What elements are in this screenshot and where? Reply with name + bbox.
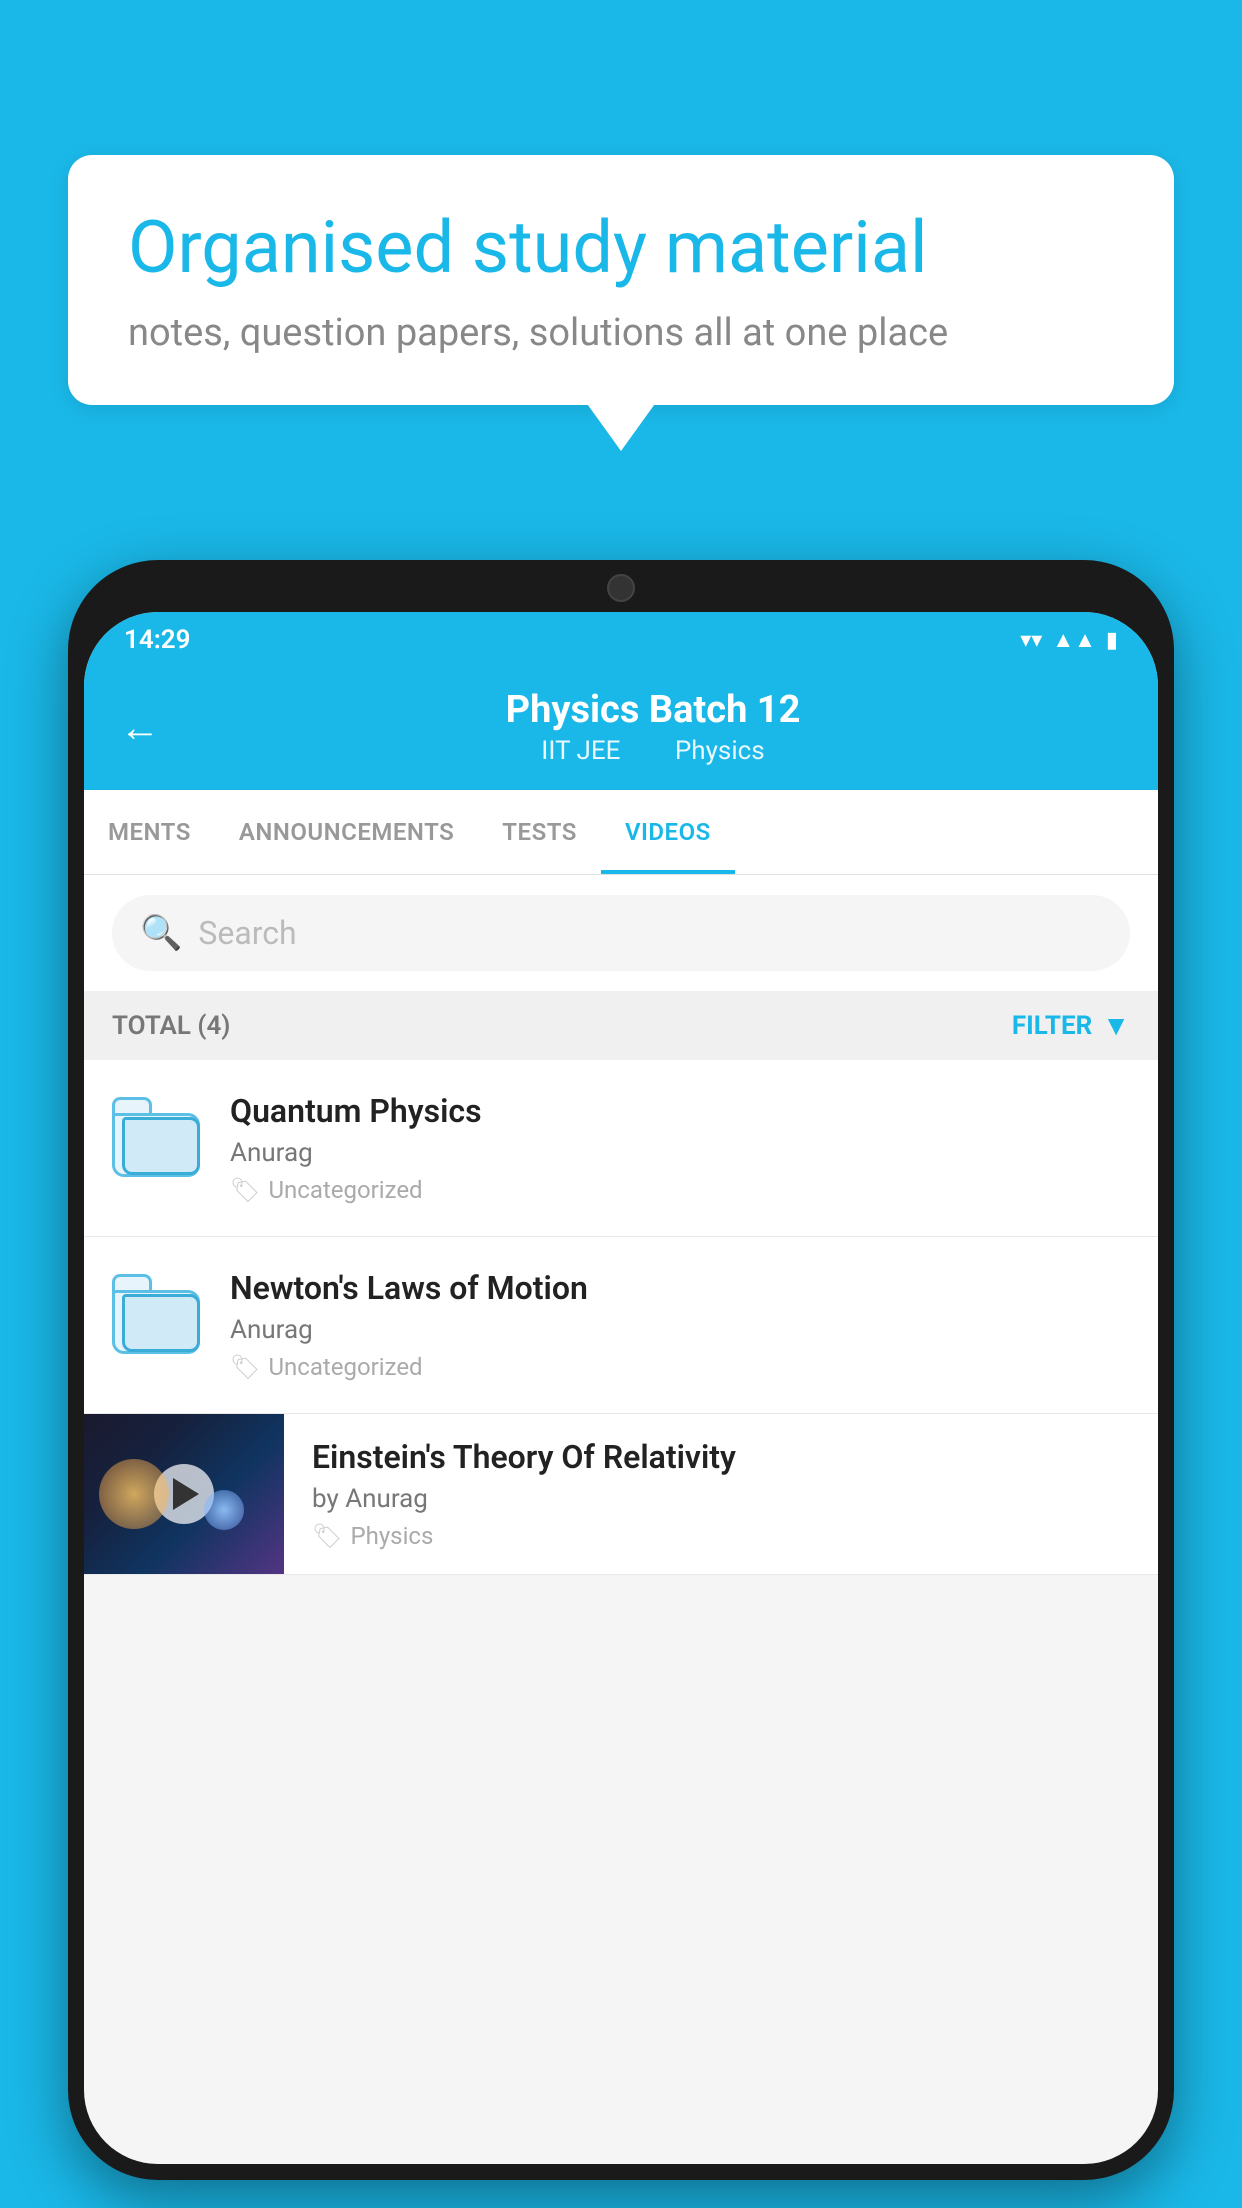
thumbnail-orb2 (204, 1490, 244, 1530)
signal-icon: ▲▲ (1052, 627, 1096, 653)
play-icon (173, 1478, 199, 1510)
video-author: Anurag (230, 1315, 1130, 1345)
video-title: Newton's Laws of Motion (230, 1269, 1130, 1307)
video-tag: 🏷 Uncategorized (230, 1353, 1130, 1381)
total-label: TOTAL (4) (112, 1011, 230, 1041)
filter-icon: ▼ (1102, 1009, 1130, 1042)
tag-label: Uncategorized (268, 1176, 422, 1204)
video-tag: 🏷 Physics (312, 1522, 1130, 1550)
video-list: Quantum Physics Anurag 🏷 Uncategorized (84, 1060, 1158, 1575)
wifi-icon: ▾▾ (1020, 628, 1042, 653)
header-subtitle-physics: Physics (675, 736, 765, 766)
tag-icon: 🏷 (312, 1522, 342, 1550)
video-folder-icon (112, 1269, 202, 1359)
video-info: Quantum Physics Anurag 🏷 Uncategorized (230, 1092, 1130, 1204)
status-icons: ▾▾ ▲▲ ▮ (1020, 627, 1118, 653)
header-subtitle: IIT JEE Physics (184, 736, 1122, 766)
tabs-bar: MENTS ANNOUNCEMENTS TESTS VIDEOS (84, 790, 1158, 875)
video-thumbnail (84, 1414, 284, 1574)
list-item[interactable]: Newton's Laws of Motion Anurag 🏷 Uncateg… (84, 1237, 1158, 1414)
speech-bubble: Organised study material notes, question… (68, 155, 1174, 405)
speech-bubble-subtitle: notes, question papers, solutions all at… (128, 311, 1114, 355)
phone-frame: 14:29 ▾▾ ▲▲ ▮ ← Physics Batch 12 IIT JEE… (68, 560, 1174, 2180)
app-header: ← Physics Batch 12 IIT JEE Physics (84, 668, 1158, 790)
filter-bar: TOTAL (4) FILTER ▼ (84, 991, 1158, 1060)
camera-icon (607, 574, 635, 602)
tag-icon: 🏷 (230, 1353, 260, 1381)
video-title: Einstein's Theory Of Relativity (312, 1438, 1130, 1476)
search-placeholder: Search (198, 914, 296, 952)
video-folder-icon (112, 1092, 202, 1182)
phone-screen: 14:29 ▾▾ ▲▲ ▮ ← Physics Batch 12 IIT JEE… (84, 612, 1158, 2164)
status-bar: 14:29 ▾▾ ▲▲ ▮ (84, 612, 1158, 668)
thumbnail-orb1 (99, 1459, 169, 1529)
battery-icon: ▮ (1106, 628, 1118, 653)
header-title: Physics Batch 12 (184, 688, 1122, 732)
tag-label: Uncategorized (268, 1353, 422, 1381)
list-item[interactable]: Quantum Physics Anurag 🏷 Uncategorized (84, 1060, 1158, 1237)
tag-label: Physics (350, 1522, 433, 1550)
filter-label: FILTER (1012, 1011, 1092, 1041)
video-title: Quantum Physics (230, 1092, 1130, 1130)
search-container: 🔍 Search (84, 875, 1158, 991)
video-info: Einstein's Theory Of Relativity by Anura… (284, 1414, 1158, 1574)
status-time: 14:29 (124, 625, 191, 655)
header-subtitle-iit: IIT JEE (541, 736, 620, 766)
tag-icon: 🏷 (230, 1176, 260, 1204)
video-author: Anurag (230, 1138, 1130, 1168)
back-button[interactable]: ← (120, 704, 160, 751)
filter-button[interactable]: FILTER ▼ (1012, 1009, 1130, 1042)
phone-notch (531, 560, 711, 612)
tab-announcements[interactable]: ANNOUNCEMENTS (215, 790, 478, 874)
video-tag: 🏷 Uncategorized (230, 1176, 1130, 1204)
tab-videos[interactable]: VIDEOS (601, 790, 735, 874)
list-item[interactable]: Einstein's Theory Of Relativity by Anura… (84, 1414, 1158, 1575)
tab-tests[interactable]: TESTS (478, 790, 601, 874)
search-input-wrapper[interactable]: 🔍 Search (112, 895, 1130, 971)
speech-bubble-title: Organised study material (128, 205, 1114, 291)
header-title-section: Physics Batch 12 IIT JEE Physics (184, 688, 1122, 766)
video-author: by Anurag (312, 1484, 1130, 1514)
search-icon: 🔍 (140, 913, 182, 953)
tab-ments[interactable]: MENTS (84, 790, 215, 874)
video-info: Newton's Laws of Motion Anurag 🏷 Uncateg… (230, 1269, 1130, 1381)
